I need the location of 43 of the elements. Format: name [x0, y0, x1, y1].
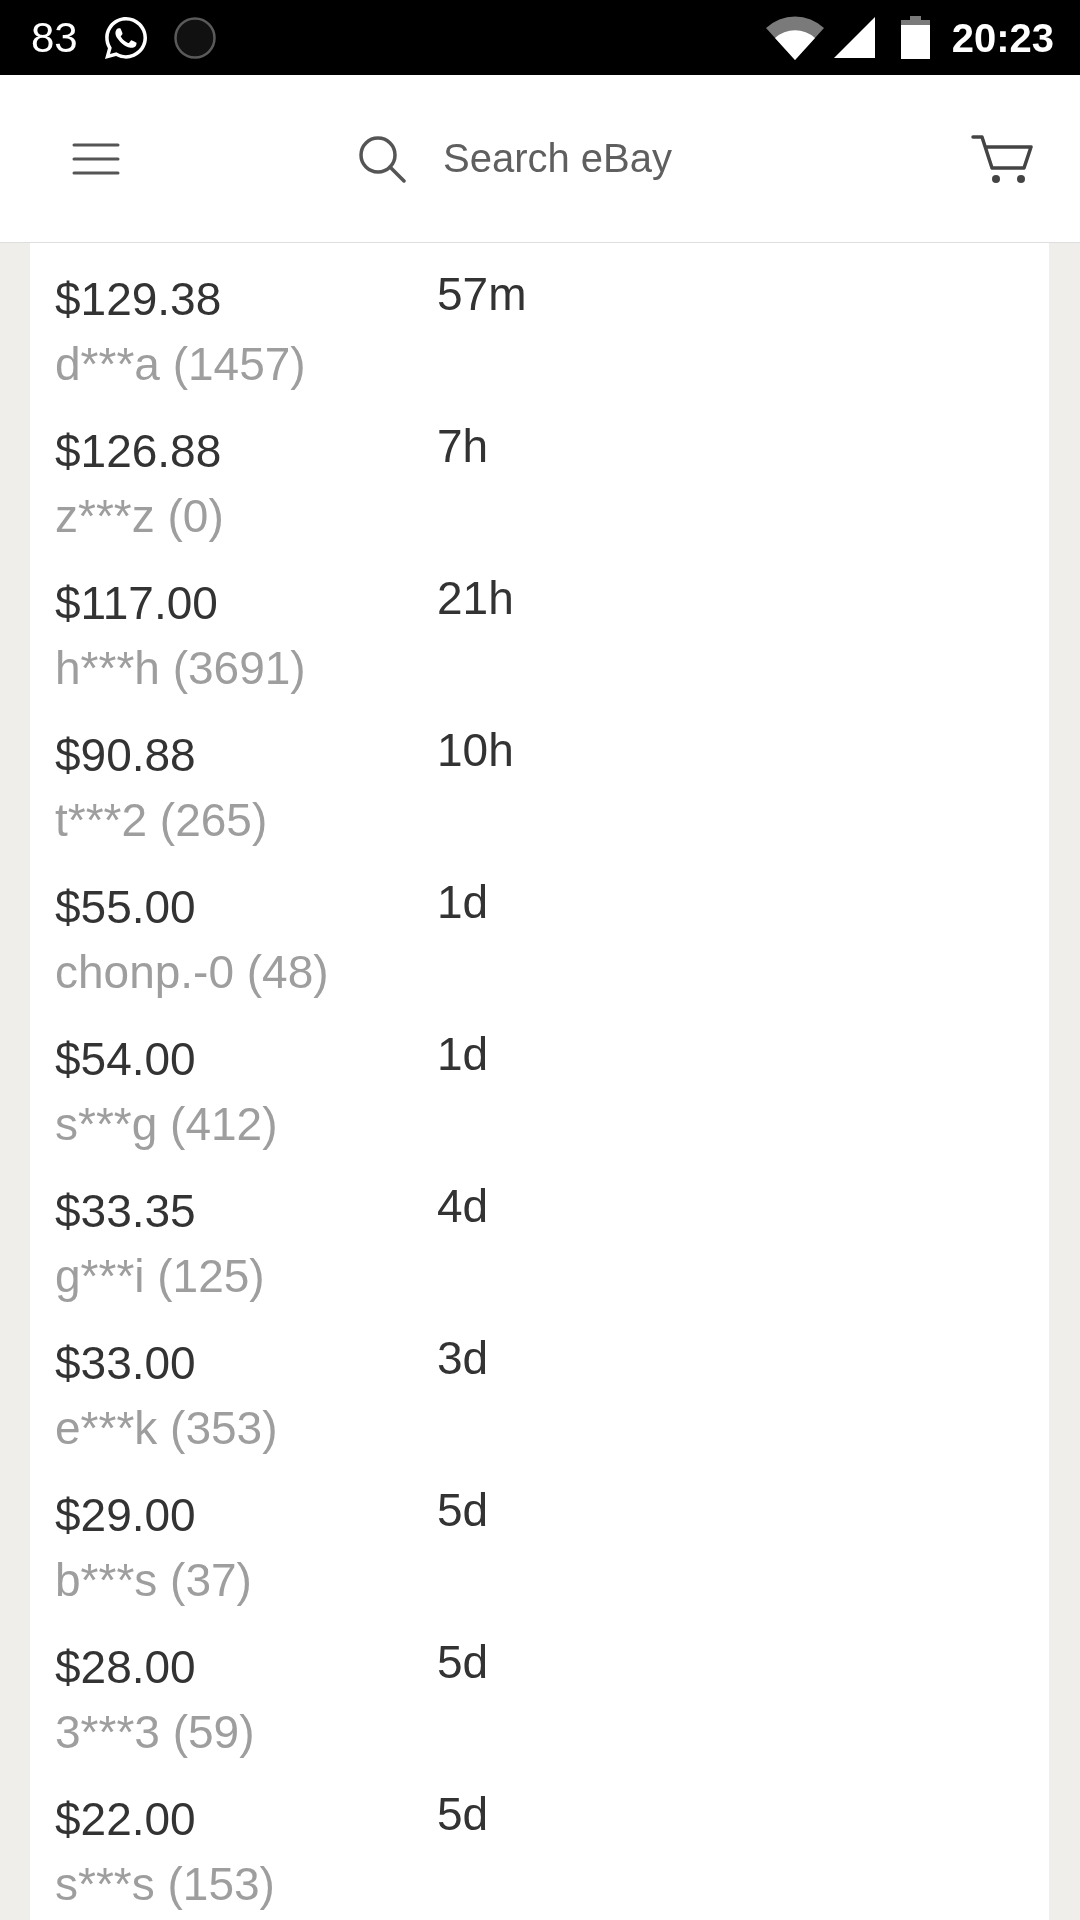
bid-amount: $22.00: [55, 1792, 196, 1847]
signal-icon: [833, 17, 875, 58]
bidder-name: t***2 (265): [55, 793, 268, 848]
bid-time: 5d: [437, 1787, 489, 1842]
bidder-name: d***a (1457): [55, 337, 306, 392]
bid-amount: $129.38: [55, 272, 222, 327]
wifi-icon: [765, 15, 824, 60]
menu-icon[interactable]: [72, 142, 120, 175]
search-field[interactable]: Search eBay: [443, 130, 863, 187]
bidder-name: e***k (353): [55, 1401, 278, 1456]
bid-time: 1d: [437, 1027, 489, 1082]
bid-time: 10h: [437, 723, 514, 778]
bidder-name: z***z (0): [55, 489, 224, 544]
bid-time: 5d: [437, 1635, 489, 1690]
battery-icon: [900, 16, 930, 59]
bid-amount: $90.88: [55, 728, 196, 783]
bidder-name: g***i (125): [55, 1249, 265, 1304]
search-icon[interactable]: [358, 134, 406, 183]
bid-time: 57m: [437, 267, 527, 322]
bid-amount: $28.00: [55, 1640, 196, 1695]
bid-time: 4d: [437, 1179, 489, 1234]
bidder-name: h***h (3691): [55, 641, 306, 696]
bid-amount: $55.00: [55, 880, 196, 935]
notification-dot-icon: [173, 16, 216, 59]
cart-icon[interactable]: [971, 133, 1033, 184]
bid-amount: $126.88: [55, 424, 222, 479]
bid-amount: $33.00: [55, 1336, 196, 1391]
status-time: 20:23: [951, 17, 1054, 58]
bid-amount: $117.00: [55, 576, 218, 631]
bid-time: 5d: [437, 1483, 489, 1538]
bid-amount: $33.35: [55, 1184, 196, 1239]
bid-amount: $54.00: [55, 1032, 196, 1087]
bid-time: 7h: [437, 419, 489, 474]
bidder-name: 3***3 (59): [55, 1705, 255, 1760]
bid-time: 21h: [437, 571, 514, 626]
bidder-name: s***g (412): [55, 1097, 278, 1152]
bidder-name: chonp.-0 (48): [55, 945, 329, 1000]
bidder-name: b***s (37): [55, 1553, 252, 1608]
bidder-name: s***s (153): [55, 1857, 275, 1912]
notification-count: 83: [31, 16, 78, 59]
bid-amount: $29.00: [55, 1488, 196, 1543]
bid-time: 3d: [437, 1331, 489, 1386]
bid-time: 1d: [437, 875, 489, 930]
